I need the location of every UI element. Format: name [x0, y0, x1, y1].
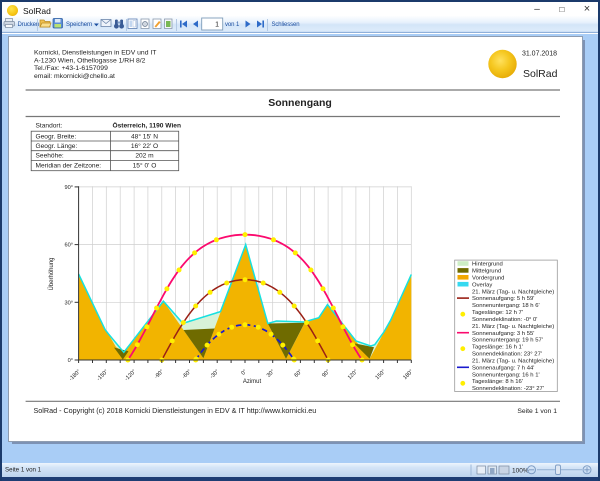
svg-text:Tageslänge: 12 h 7': Tageslänge: 12 h 7' [472, 310, 523, 316]
svg-text:120°: 120° [347, 369, 359, 381]
svg-text:Sonnenuntergang: 19 h 57': Sonnenuntergang: 19 h 57' [472, 338, 543, 344]
svg-text:Standort:: Standort: [36, 123, 63, 130]
svg-text:SolRad - Copyright (c) 2018 Ko: SolRad - Copyright (c) 2018 Kornicki Die… [34, 406, 317, 415]
svg-text:Österreich, 1190 Wien: Österreich, 1190 Wien [113, 121, 181, 130]
svg-text:30°: 30° [65, 300, 73, 306]
svg-text:48° 15' N: 48° 15' N [131, 132, 158, 140]
svg-text:Seite 1 von 1: Seite 1 von 1 [517, 408, 557, 415]
svg-text:90°: 90° [65, 185, 73, 191]
svg-text:Sonnenuntergang: 18 h 6': Sonnenuntergang: 18 h 6' [472, 303, 540, 309]
svg-text:-60°: -60° [181, 369, 193, 381]
svg-text:Tageslänge: 16 h 1': Tageslänge: 16 h 1' [472, 345, 523, 351]
svg-text:180°: 180° [402, 369, 414, 381]
svg-text:-90°: -90° [154, 369, 166, 381]
svg-text:Sonnenaufgang: 3 h 55': Sonnenaufgang: 3 h 55' [472, 331, 534, 337]
svg-text:Seehöhe:: Seehöhe: [36, 153, 64, 160]
svg-text:Sonnendeklination: -23° 27': Sonnendeklination: -23° 27' [472, 386, 544, 392]
svg-text:Tageslänge: 8 h 16': Tageslänge: 8 h 16' [472, 379, 523, 385]
svg-text:16° 22' O: 16° 22' O [131, 142, 158, 150]
svg-text:Sonnenaufgang: 7 h 44': Sonnenaufgang: 7 h 44' [472, 365, 534, 371]
svg-text:-120°: -120° [124, 369, 138, 383]
svg-text:-30°: -30° [209, 369, 221, 381]
svg-text:Kornicki, Dienstleistungen in: Kornicki, Dienstleistungen in EDV und IT [34, 50, 156, 57]
svg-text:30°: 30° [266, 369, 276, 379]
svg-text:60°: 60° [65, 243, 73, 249]
svg-text:202 m: 202 m [135, 153, 154, 160]
svg-text:21. März (Tag- u. Nachtgleiche: 21. März (Tag- u. Nachtgleiche) [472, 289, 554, 295]
svg-text:Meridian der Zeitzone:: Meridian der Zeitzone: [36, 162, 102, 169]
svg-text:15° 0' O: 15° 0' O [133, 161, 157, 169]
svg-text:Sonnenuntergang: 16 h 1': Sonnenuntergang: 16 h 1' [472, 372, 540, 378]
svg-text:Sonnengang: Sonnengang [268, 97, 332, 109]
svg-text:Mittelgrund: Mittelgrund [472, 269, 501, 275]
svg-text:Overlay: Overlay [472, 282, 492, 288]
svg-text:Geogr. Länge:: Geogr. Länge: [36, 143, 78, 150]
svg-text:21. März (Tag- u. Nachtgleiche: 21. März (Tag- u. Nachtgleiche) [472, 359, 554, 365]
svg-text:31.07.2018: 31.07.2018 [522, 50, 557, 57]
svg-text:Seite 1 von 1: Seite 1 von 1 [5, 467, 42, 474]
svg-text:60°: 60° [294, 369, 304, 379]
svg-text:90°: 90° [321, 369, 331, 379]
svg-text:SolRad: SolRad [523, 68, 558, 80]
svg-text:Vordergrund: Vordergrund [472, 276, 504, 282]
svg-text:Sonnenaufgang: 5 h 59': Sonnenaufgang: 5 h 59' [472, 296, 534, 302]
svg-text:21. März (Tag- u. Nachtgleiche: 21. März (Tag- u. Nachtgleiche) [472, 324, 554, 330]
svg-text:-180°: -180° [68, 369, 82, 383]
svg-text:A-1230 Wien, Othellogasse 1/RH: A-1230 Wien, Othellogasse 1/RH 8/2 [34, 57, 146, 64]
svg-text:0°: 0° [240, 369, 248, 377]
svg-text:Überhöhung: Überhöhung [48, 257, 55, 290]
svg-text:Azimut: Azimut [243, 379, 262, 385]
svg-text:Hintergrund: Hintergrund [472, 262, 503, 268]
svg-text:0°: 0° [68, 358, 73, 364]
svg-text:-150°: -150° [96, 369, 110, 383]
svg-text:Tel./Fax: +43-1-6157099: Tel./Fax: +43-1-6157099 [34, 65, 108, 72]
svg-text:100%: 100% [512, 468, 529, 475]
svg-text:Sonnendeklination: 23° 27': Sonnendeklination: 23° 27' [472, 352, 542, 358]
svg-text:Geogr. Breite:: Geogr. Breite: [36, 133, 77, 140]
svg-text:email: mkornicki@chello.at: email: mkornicki@chello.at [34, 73, 115, 80]
svg-text:150°: 150° [375, 369, 387, 381]
svg-text:Sonnendeklination: -0° 0': Sonnendeklination: -0° 0' [472, 317, 537, 323]
